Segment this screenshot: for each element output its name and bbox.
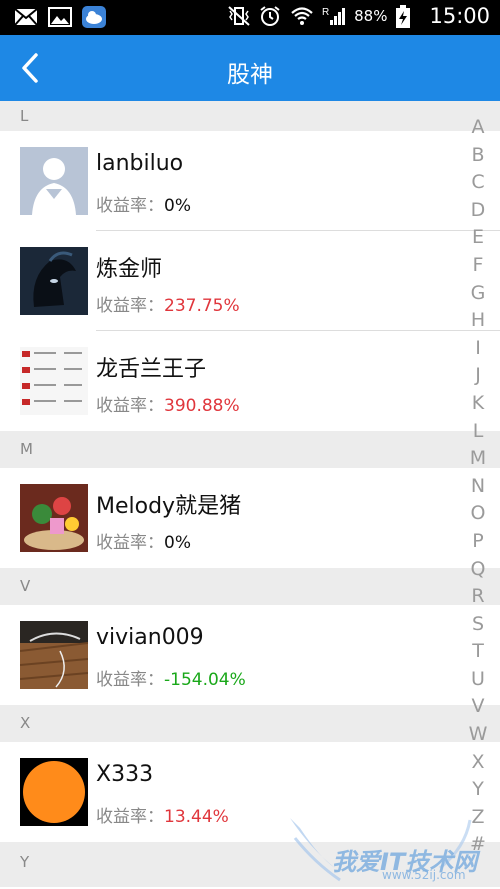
index-letter[interactable]: S: [468, 611, 488, 639]
section-header-V: V: [0, 568, 500, 605]
user-list: L lanbiluo 收益率：0% 炼金师 收益率：237.75% 龙舌兰王子 …: [0, 101, 500, 887]
user-name: Melody就是猪: [96, 494, 242, 519]
yield-value: 0%: [164, 196, 191, 216]
watermark-url: www.52ij.com: [382, 868, 466, 882]
index-letter[interactable]: I: [468, 335, 488, 363]
yield-text: 收益率：13.44%: [96, 802, 229, 827]
index-letter[interactable]: E: [468, 224, 488, 252]
index-letter[interactable]: X: [468, 749, 488, 777]
battery-percent: 88%: [354, 7, 388, 25]
index-letter[interactable]: L: [468, 418, 488, 446]
yield-label: 收益率：: [96, 396, 164, 416]
yield-label: 收益率：: [96, 807, 164, 827]
index-letter[interactable]: O: [468, 500, 488, 528]
vibrate-mute-icon: [226, 5, 250, 27]
index-letter[interactable]: T: [468, 638, 488, 666]
yield-label: 收益率：: [96, 196, 164, 216]
clock: 15:00: [429, 4, 490, 28]
section-header-M: M: [0, 431, 500, 468]
svg-text:R: R: [322, 7, 329, 18]
superman-avatar: [20, 147, 88, 215]
battery-charging-icon: [395, 5, 419, 28]
user-name: X333: [96, 762, 154, 787]
index-letter[interactable]: G: [468, 280, 488, 308]
stock-list-avatar: [20, 347, 88, 415]
gallery-icon: [48, 6, 72, 28]
yield-label: 收益率：: [96, 533, 164, 553]
list-item[interactable]: vivian009 收益率：-154.04%: [0, 605, 500, 705]
toys-avatar: [20, 484, 88, 552]
yield-label: 收益率：: [96, 670, 164, 690]
index-letter[interactable]: H: [468, 307, 488, 335]
signal-icon: R: [322, 5, 346, 27]
list-item[interactable]: Melody就是猪 收益率：0%: [0, 468, 500, 568]
index-letter[interactable]: K: [468, 390, 488, 418]
section-header-L: L: [0, 101, 500, 131]
list-item[interactable]: lanbiluo 收益率：0%: [0, 131, 500, 231]
yield-text: 收益率：0%: [96, 191, 191, 216]
user-name: 炼金师: [96, 257, 163, 282]
index-letter[interactable]: R: [468, 583, 488, 611]
cloud-app-icon: [82, 6, 106, 28]
orange-circle-avatar: [20, 758, 88, 826]
wifi-icon: [290, 5, 314, 27]
index-letter[interactable]: W: [468, 721, 488, 749]
yield-text: 收益率：0%: [96, 528, 191, 553]
user-name: 龙舌兰王子: [96, 357, 207, 382]
index-letter[interactable]: P: [468, 528, 488, 556]
index-letter[interactable]: Y: [468, 776, 488, 804]
index-letter[interactable]: Q: [468, 556, 488, 584]
index-letter[interactable]: U: [468, 666, 488, 694]
yield-value: -154.04%: [164, 670, 246, 690]
alphabet-index[interactable]: A B C D E F G H I J K L M N O P Q R S T U V W X Y Z #: [468, 114, 488, 859]
yield-value: 0%: [164, 533, 191, 553]
index-letter[interactable]: A: [468, 114, 488, 142]
spartan-helmet-avatar: [20, 247, 88, 315]
section-header-X: X: [0, 705, 500, 742]
yield-text: 收益率：-154.04%: [96, 665, 246, 690]
yield-value: 237.75%: [164, 296, 240, 316]
list-item[interactable]: 炼金师 收益率：237.75%: [0, 231, 500, 331]
index-letter[interactable]: F: [468, 252, 488, 280]
index-letter[interactable]: C: [468, 169, 488, 197]
list-item[interactable]: 龙舌兰王子 收益率：390.88%: [0, 331, 500, 431]
index-letter[interactable]: N: [468, 473, 488, 501]
index-letter[interactable]: M: [468, 445, 488, 473]
page-title: 股神: [227, 62, 273, 88]
index-letter[interactable]: B: [468, 142, 488, 170]
yield-value: 390.88%: [164, 396, 240, 416]
yield-value: 13.44%: [164, 807, 229, 827]
yield-text: 收益率：390.88%: [96, 391, 240, 416]
status-bar: R 88% 15:00: [0, 0, 500, 35]
user-name: vivian009: [96, 625, 204, 650]
alarm-icon: [258, 5, 282, 27]
index-letter[interactable]: V: [468, 693, 488, 721]
index-letter[interactable]: D: [468, 197, 488, 225]
yield-text: 收益率：237.75%: [96, 291, 240, 316]
mail-icon: [14, 6, 38, 28]
wood-desk-avatar: [20, 621, 88, 689]
yield-label: 收益率：: [96, 296, 164, 316]
user-name: lanbiluo: [96, 151, 184, 176]
index-letter[interactable]: J: [468, 362, 488, 390]
app-bar: 股神: [0, 35, 500, 101]
